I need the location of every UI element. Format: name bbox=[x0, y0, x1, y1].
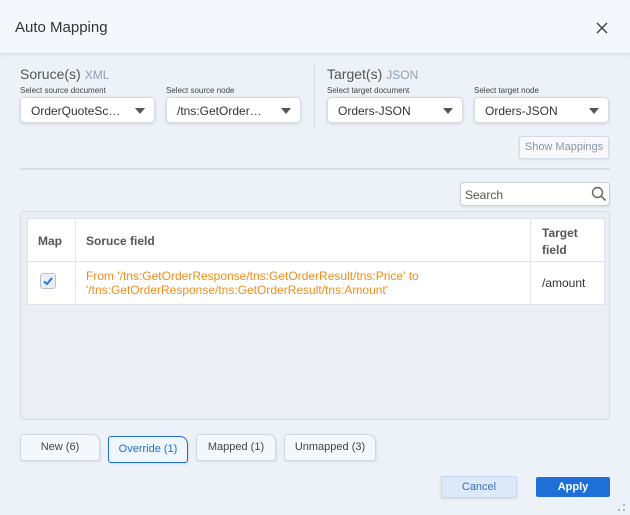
source-field-line1: From '/tns:GetOrderResponse/tns:GetOrder… bbox=[86, 269, 419, 283]
target-heading: Target(s) JSON bbox=[327, 66, 418, 82]
search-input[interactable] bbox=[465, 186, 589, 204]
tab-new[interactable]: New (6) bbox=[20, 434, 100, 461]
apply-button[interactable]: Apply bbox=[536, 477, 610, 497]
dialog-header: Auto Mapping bbox=[0, 0, 630, 54]
source-heading: Soruce(s) XML bbox=[20, 66, 109, 82]
table-row[interactable]: From '/tns:GetOrderResponse/tns:GetOrder… bbox=[28, 262, 604, 304]
column-header-target-line1: Target bbox=[542, 226, 578, 240]
source-field-cell: From '/tns:GetOrderResponse/tns:GetOrder… bbox=[86, 269, 486, 297]
source-node-label: Select source node bbox=[166, 86, 235, 95]
horizontal-divider bbox=[20, 168, 610, 170]
column-divider bbox=[75, 219, 76, 304]
source-document-label: Select source document bbox=[20, 86, 106, 95]
map-checkbox[interactable] bbox=[40, 273, 56, 289]
target-field-cell: /amount bbox=[542, 276, 586, 290]
column-header-target-field: Target field bbox=[542, 225, 578, 259]
chevron-down-icon bbox=[281, 108, 291, 114]
section-divider bbox=[314, 66, 315, 126]
close-icon[interactable] bbox=[594, 20, 610, 36]
tab-override[interactable]: Override (1) bbox=[108, 436, 188, 463]
auto-mapping-dialog: Auto Mapping Soruce(s) XML Select source … bbox=[0, 0, 630, 515]
check-icon bbox=[43, 277, 53, 286]
source-document-select[interactable]: OrderQuoteSchema bbox=[20, 97, 155, 123]
target-format: JSON bbox=[386, 68, 419, 82]
cancel-button[interactable]: Cancel bbox=[441, 476, 517, 498]
source-format: XML bbox=[84, 68, 110, 82]
source-node-select[interactable]: /tns:GetOrderResponse bbox=[166, 97, 301, 123]
target-document-label: Select target document bbox=[327, 86, 410, 95]
search-box bbox=[460, 182, 610, 206]
resize-grip-icon[interactable] bbox=[616, 502, 626, 512]
target-document-value: Orders-JSON bbox=[338, 104, 411, 118]
chevron-down-icon bbox=[443, 108, 453, 114]
source-heading-text: Soruce(s) bbox=[20, 66, 81, 82]
column-header-source-field: Soruce field bbox=[86, 234, 155, 248]
search-icon[interactable] bbox=[591, 186, 607, 202]
tab-mapped[interactable]: Mapped (1) bbox=[196, 434, 276, 461]
table-header: Map Soruce field Target field bbox=[28, 219, 604, 262]
target-node-label: Select target node bbox=[474, 86, 539, 95]
dialog-title: Auto Mapping bbox=[15, 19, 108, 36]
show-mappings-button[interactable]: Show Mappings bbox=[519, 136, 609, 159]
chevron-down-icon bbox=[589, 108, 599, 114]
target-node-value: Orders-JSON bbox=[485, 104, 558, 118]
column-header-map: Map bbox=[38, 234, 62, 248]
target-node-select[interactable]: Orders-JSON bbox=[474, 97, 609, 123]
source-node-value: /tns:GetOrderResponse bbox=[177, 104, 270, 118]
column-header-target-line2: field bbox=[542, 243, 567, 257]
mapping-table: Map Soruce field Target field From '/tns… bbox=[27, 218, 605, 305]
target-heading-text: Target(s) bbox=[327, 66, 383, 82]
source-document-value: OrderQuoteSchema bbox=[31, 104, 124, 118]
source-field-line2: '/tns:GetOrderResponse/tns:GetOrderResul… bbox=[86, 283, 389, 297]
chevron-down-icon bbox=[135, 108, 145, 114]
mapping-table-container: Map Soruce field Target field From '/tns… bbox=[20, 211, 610, 420]
column-divider bbox=[530, 219, 531, 304]
tab-unmapped[interactable]: Unmapped (3) bbox=[284, 434, 376, 461]
target-document-select[interactable]: Orders-JSON bbox=[327, 97, 463, 123]
